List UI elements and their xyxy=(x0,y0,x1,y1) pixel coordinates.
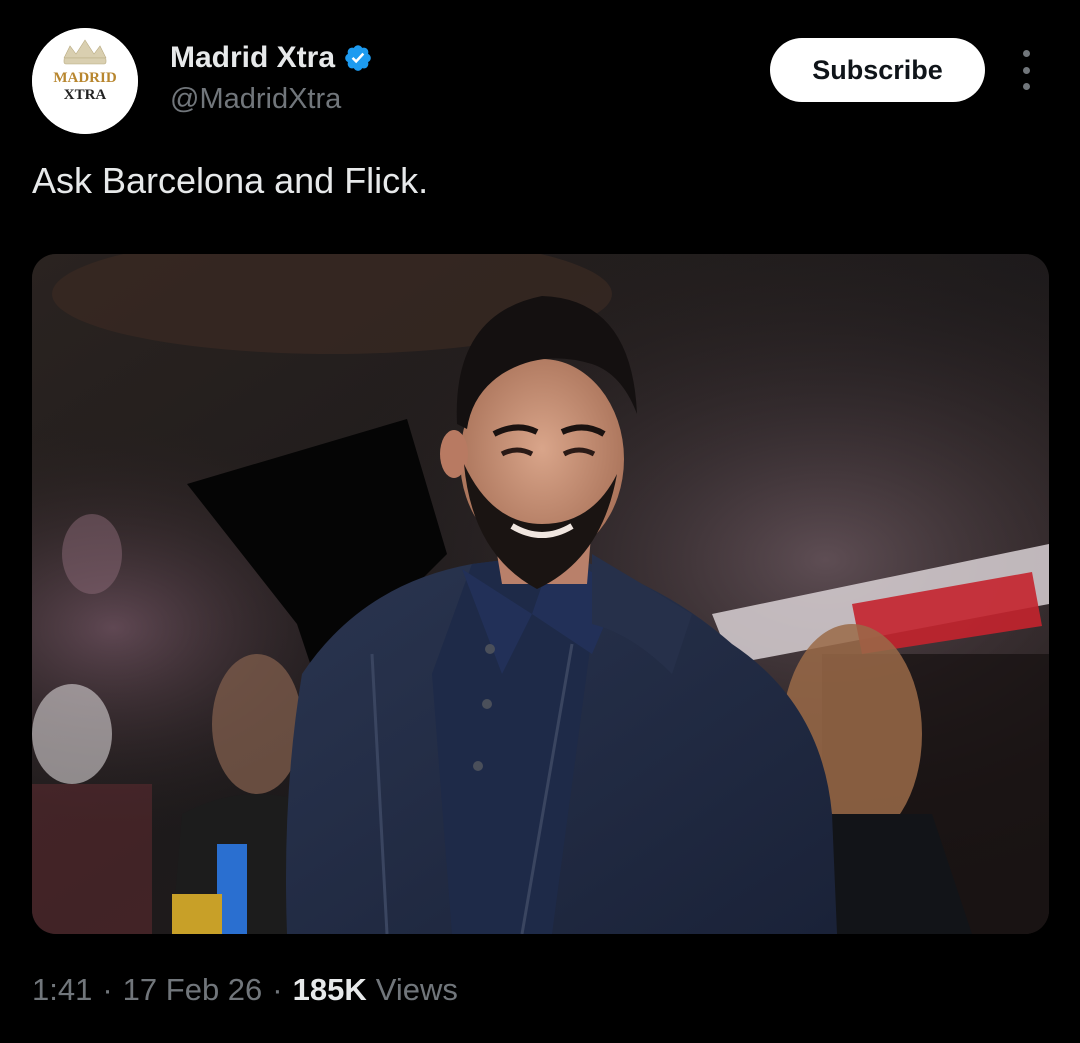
more-dot xyxy=(1022,83,1030,90)
author-block: Madrid Xtra @MadridXtra xyxy=(170,38,373,118)
author-name[interactable]: Madrid Xtra xyxy=(170,38,335,78)
more-dot xyxy=(1022,50,1030,57)
tweet-time[interactable]: 1:41 xyxy=(32,968,92,1012)
verified-badge-icon xyxy=(345,45,371,71)
tweet-meta: 1:41 · 17 Feb 26 · 185K Views xyxy=(32,968,458,1012)
author-handle[interactable]: @MadridXtra xyxy=(170,80,373,118)
tweet-text: Ask Barcelona and Flick. xyxy=(32,160,429,201)
avatar-logo-line1: MADRID xyxy=(53,70,116,86)
author-name-row: Madrid Xtra xyxy=(170,38,373,78)
views-count[interactable]: 185K xyxy=(293,968,367,1012)
more-dot xyxy=(1022,66,1030,74)
tweet-date[interactable]: 17 Feb 26 xyxy=(123,968,263,1012)
subscribe-button[interactable]: Subscribe xyxy=(770,38,985,102)
madrid-xtra-logo-icon: MADRID XTRA xyxy=(32,28,138,134)
author-avatar[interactable]: MADRID XTRA xyxy=(32,28,138,134)
meta-separator: · xyxy=(102,972,113,1007)
tweet-card: MADRID XTRA Madrid Xtra @MadridXtra Subs… xyxy=(0,0,1080,1043)
tweet-photo[interactable] xyxy=(32,254,1049,934)
more-vertical-icon[interactable] xyxy=(1012,50,1040,90)
avatar-logo-line2: XTRA xyxy=(64,87,107,103)
meta-separator: · xyxy=(272,972,283,1007)
views-label: Views xyxy=(375,972,458,1007)
photo-illustration xyxy=(32,254,1049,934)
